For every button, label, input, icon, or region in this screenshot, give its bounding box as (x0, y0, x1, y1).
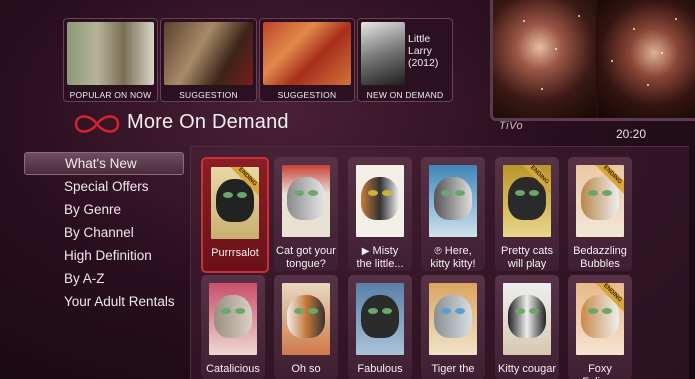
cover-art (356, 283, 404, 355)
tile-title: Bedazzling Bubbles (573, 245, 627, 270)
tile-title: ▶ Misty the little... (356, 245, 404, 270)
tile-title: Purrrsalot (211, 247, 259, 259)
category-menu: What's New Special Offers By Genre By Ch… (24, 152, 184, 313)
tile-fabulous[interactable]: Fabulous (348, 275, 412, 379)
cover-art: ENDING (576, 283, 624, 355)
menu-item-by-a-z[interactable]: By A-Z (24, 267, 184, 290)
live-tv-preview[interactable] (490, 0, 695, 121)
cover-art: ENDING (211, 167, 259, 239)
cover-art: ENDING (503, 165, 551, 237)
menu-item-high-definition[interactable]: High Definition (24, 244, 184, 267)
cover-art: ENDING (576, 165, 624, 237)
tile-pretty-cats-will-play[interactable]: ENDING Pretty cats will play (495, 157, 559, 271)
tile-bedazzling-bubbles[interactable]: ENDING Bedazzling Bubbles (568, 157, 632, 271)
tile-oh-so[interactable]: Oh so (274, 275, 338, 379)
page-title: More On Demand (127, 111, 289, 133)
thumb-caption: POPULAR ON NOW (69, 90, 152, 100)
cover-art (282, 165, 330, 237)
tile-kitty-cougar[interactable]: Kitty cougar (495, 275, 559, 379)
menu-item-by-channel[interactable]: By Channel (24, 221, 184, 244)
menu-item-whats-new[interactable]: What's New (24, 152, 184, 175)
content-grid: ENDING Purrrsalot Cat got your tongue? ▶ … (190, 146, 689, 379)
menu-item-by-genre[interactable]: By Genre (24, 198, 184, 221)
cover-art (209, 283, 257, 355)
tivo-screen: POPULAR ON NOW SUGGESTION SUGGESTION Lit… (0, 0, 695, 379)
tile-title: Cat got your tongue? (276, 245, 336, 270)
new-on-demand-image (361, 22, 405, 85)
cover-art (503, 283, 551, 355)
tile-here-kitty-kitty[interactable]: ℗ Here, kitty kitty! (421, 157, 485, 271)
thumb-caption: NEW ON DEMAND (366, 90, 444, 100)
cover-art (429, 283, 477, 355)
new-on-demand-thumb[interactable]: Little Larry (2012) NEW ON DEMAND (357, 18, 453, 102)
tile-title: Fabulous (357, 363, 403, 375)
thumb-caption: SUGGESTION (179, 90, 238, 100)
cover-art (429, 165, 477, 237)
purchase-icon: ℗ (434, 246, 442, 257)
tile-tiger-the[interactable]: Tiger the (421, 275, 485, 379)
infinity-logo-icon (74, 115, 120, 133)
cover-art (282, 283, 330, 355)
popular-on-now-image (67, 22, 154, 85)
tile-catalicious[interactable]: Catalicious (201, 275, 265, 379)
tile-title: ℗ Here, kitty kitty! (430, 245, 476, 270)
tile-purrrsalot[interactable]: ENDING Purrrsalot (201, 157, 269, 273)
suggestion-image (164, 22, 253, 85)
tile-title: Pretty cats will play (501, 245, 553, 270)
menu-item-adult-rentals[interactable]: Your Adult Rentals (24, 290, 184, 313)
play-icon: ▶ (361, 246, 370, 257)
menu-item-special-offers[interactable]: Special Offers (24, 175, 184, 198)
tile-cat-got-your-tongue[interactable]: Cat got your tongue? (274, 157, 338, 271)
tile-misty[interactable]: ▶ Misty the little... (348, 157, 412, 271)
suggestion-image (263, 22, 351, 85)
tile-title: Oh so (291, 363, 321, 375)
thumb-caption: SUGGESTION (277, 90, 337, 100)
cover-art (356, 165, 404, 237)
clock: 20:20 (616, 127, 647, 141)
tile-title: Catalicious (206, 363, 260, 375)
tile-title: Foxy Felines (582, 363, 617, 379)
tile-title: Tiger the (431, 363, 475, 375)
tile-foxy-felines[interactable]: ENDING Foxy Felines (568, 275, 632, 379)
new-on-demand-title: Little Larry (2012) (408, 33, 439, 69)
suggestion-thumb-2[interactable]: SUGGESTION (259, 18, 355, 102)
suggestion-thumb-1[interactable]: SUGGESTION (160, 18, 257, 102)
tile-title: Kitty cougar (497, 363, 557, 375)
popular-on-now-thumb[interactable]: POPULAR ON NOW (63, 18, 158, 102)
tivo-logo-icon: TiVo (499, 120, 524, 132)
